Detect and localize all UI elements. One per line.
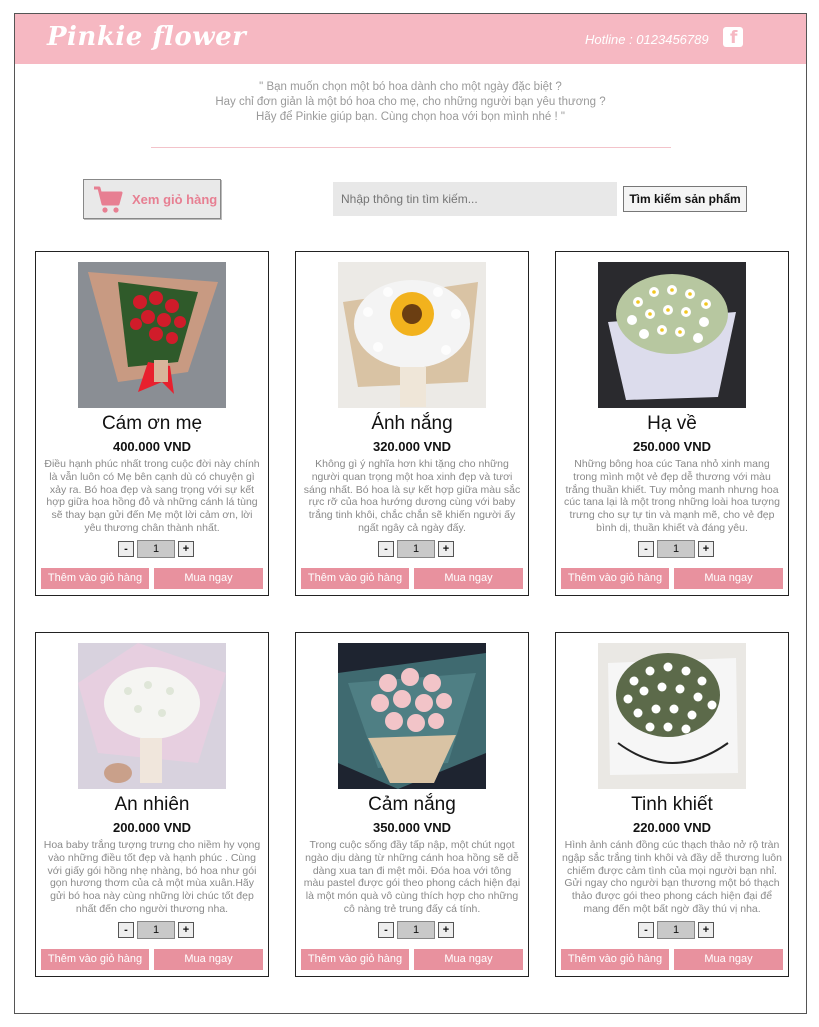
white-aster-bouquet-image xyxy=(598,643,746,789)
add-to-cart-button[interactable]: Thêm vào giỏ hàng xyxy=(41,568,149,589)
shopping-cart-icon xyxy=(94,186,123,213)
product-price: 350.000 VND xyxy=(372,820,452,835)
quantity-field[interactable]: 1 xyxy=(657,921,695,939)
view-cart-label: Xem giỏ hàng xyxy=(132,192,218,207)
product-name: Cảm nắng xyxy=(368,794,456,815)
quantity-stepper: - 1 + xyxy=(118,921,198,939)
quantity-field[interactable]: 1 xyxy=(397,540,435,558)
decrease-quantity-button[interactable]: - xyxy=(378,541,394,557)
product-description: Trong cuộc sống đầy tấp nập, một chút ng… xyxy=(303,839,521,915)
site-logo[interactable]: Pinkie flower xyxy=(47,22,246,52)
product-name: Tinh khiết xyxy=(631,794,713,815)
decrease-quantity-button[interactable]: - xyxy=(638,541,654,557)
decrease-quantity-button[interactable]: - xyxy=(378,922,394,938)
babys-breath-bouquet-image xyxy=(78,643,226,789)
product-card: Hạ về 250.000 VND Những bông hoa cúc Tan… xyxy=(555,251,789,596)
product-description: Điều hạnh phúc nhất trong cuộc đời này c… xyxy=(44,458,260,534)
quantity-field[interactable]: 1 xyxy=(137,921,175,939)
increase-quantity-button[interactable]: + xyxy=(698,541,714,557)
product-price: 250.000 VND xyxy=(632,439,712,454)
quantity-field[interactable]: 1 xyxy=(657,540,695,558)
intro-line-1: " Bạn muốn chọn một bó hoa dành cho một … xyxy=(259,81,562,93)
buy-now-button[interactable]: Mua ngay xyxy=(414,949,523,970)
buy-now-button[interactable]: Mua ngay xyxy=(674,568,783,589)
product-price: 320.000 VND xyxy=(372,439,452,454)
search-input[interactable] xyxy=(333,182,617,216)
product-name: Hạ về xyxy=(647,413,697,434)
add-to-cart-button[interactable]: Thêm vào giỏ hàng xyxy=(41,949,149,970)
product-card: Ánh nắng 320.000 VND Không gì ý nghĩa hơ… xyxy=(295,251,529,596)
product-card: Tinh khiết 220.000 VND Hình ảnh cánh đồn… xyxy=(555,632,789,977)
product-description: Hoa baby trắng tượng trưng cho niềm hy v… xyxy=(43,839,261,915)
intro-quote: " Bạn muốn chọn một bó hoa dành cho một … xyxy=(15,80,806,125)
quantity-stepper: - 1 + xyxy=(638,540,718,558)
increase-quantity-button[interactable]: + xyxy=(698,922,714,938)
intro-line-3: Hãy để Pinkie giúp bạn. Cùng chọn hoa vớ… xyxy=(256,111,565,123)
quantity-stepper: - 1 + xyxy=(378,540,458,558)
product-card: Cám ơn mẹ 400.000 VND Điều hạnh phúc nhấ… xyxy=(35,251,269,596)
add-to-cart-button[interactable]: Thêm vào giỏ hàng xyxy=(561,949,669,970)
page-frame: Pinkie flower Hotline : 0123456789 f " B… xyxy=(14,13,807,1014)
product-price: 200.000 VND xyxy=(112,820,192,835)
search-button[interactable]: Tìm kiếm sản phẩm xyxy=(623,186,747,212)
quantity-stepper: - 1 + xyxy=(638,921,718,939)
daisy-bouquet-image xyxy=(598,262,746,408)
decrease-quantity-button[interactable]: - xyxy=(638,922,654,938)
divider xyxy=(151,147,671,148)
increase-quantity-button[interactable]: + xyxy=(178,922,194,938)
buy-now-button[interactable]: Mua ngay xyxy=(154,949,263,970)
product-name: Cám ơn mẹ xyxy=(101,413,203,434)
buy-now-button[interactable]: Mua ngay xyxy=(414,568,523,589)
add-to-cart-button[interactable]: Thêm vào giỏ hàng xyxy=(301,568,409,589)
quantity-field[interactable]: 1 xyxy=(137,540,175,558)
buy-now-button[interactable]: Mua ngay xyxy=(154,568,263,589)
decrease-quantity-button[interactable]: - xyxy=(118,922,134,938)
increase-quantity-button[interactable]: + xyxy=(438,541,454,557)
red-rose-bouquet-image xyxy=(78,262,226,408)
product-description: Hình ảnh cánh đồng cúc thạch thảo nở rộ … xyxy=(562,839,782,915)
facebook-icon[interactable]: f xyxy=(723,27,743,48)
sunflower-bouquet-image xyxy=(338,262,486,408)
product-name: An nhiên xyxy=(114,794,190,815)
product-card: An nhiên 200.000 VND Hoa baby trắng tượn… xyxy=(35,632,269,977)
buy-now-button[interactable]: Mua ngay xyxy=(674,949,783,970)
product-description: Không gì ý nghĩa hơn khi tặng cho những … xyxy=(303,458,521,534)
hotline-text: Hotline : 0123456789 xyxy=(585,32,709,47)
increase-quantity-button[interactable]: + xyxy=(178,541,194,557)
increase-quantity-button[interactable]: + xyxy=(438,922,454,938)
product-price: 400.000 VND xyxy=(112,439,192,454)
product-card: Cảm nắng 350.000 VND Trong cuộc sống đầy… xyxy=(295,632,529,977)
intro-line-2: Hay chỉ đơn giản là một bó hoa cho mẹ, c… xyxy=(215,96,606,108)
product-description: Những bông hoa cúc Tana nhỏ xinh mang tr… xyxy=(564,458,780,534)
product-price: 220.000 VND xyxy=(632,820,712,835)
pink-rose-bouquet-image xyxy=(338,643,486,789)
add-to-cart-button[interactable]: Thêm vào giỏ hàng xyxy=(561,568,669,589)
product-name: Ánh nắng xyxy=(371,413,453,434)
view-cart-button[interactable]: Xem giỏ hàng xyxy=(83,179,221,219)
decrease-quantity-button[interactable]: - xyxy=(118,541,134,557)
quantity-stepper: - 1 + xyxy=(118,540,198,558)
quantity-field[interactable]: 1 xyxy=(397,921,435,939)
quantity-stepper: - 1 + xyxy=(378,921,458,939)
header-bar: Pinkie flower Hotline : 0123456789 f xyxy=(15,14,806,64)
add-to-cart-button[interactable]: Thêm vào giỏ hàng xyxy=(301,949,409,970)
